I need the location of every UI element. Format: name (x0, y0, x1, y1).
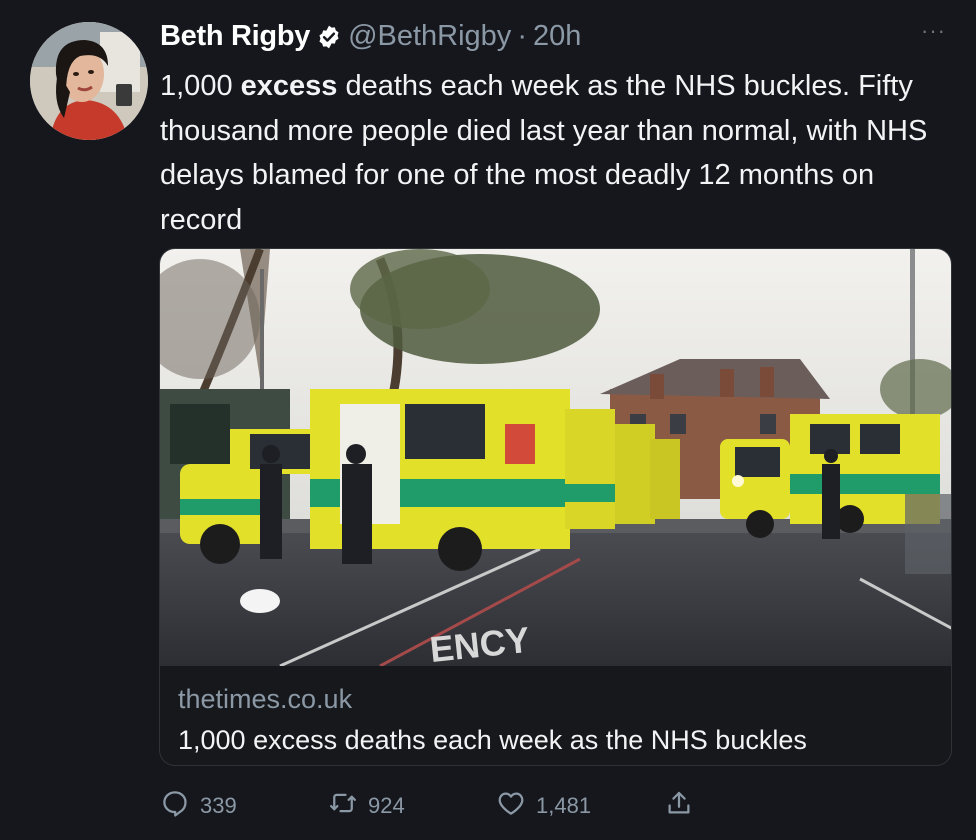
card-domain: thetimes.co.uk (178, 684, 353, 714)
retweet-count: 924 (368, 793, 405, 818)
tweet-text-bold: excess (240, 70, 338, 102)
share-button[interactable] (664, 786, 694, 826)
reply-icon (160, 788, 190, 824)
separator: · (517, 20, 527, 52)
share-icon (664, 788, 694, 824)
action-bar: 339 924 1,481 (160, 786, 720, 826)
retweet-icon (328, 788, 358, 824)
tweet-header: Beth Rigby @BethRigby · 20h (160, 18, 581, 54)
more-icon[interactable]: ··· (921, 18, 946, 44)
author-name[interactable]: Beth Rigby (160, 18, 310, 54)
heart-icon (496, 788, 526, 824)
verified-badge-icon (316, 23, 342, 49)
like-button[interactable]: 1,481 (496, 786, 591, 826)
tweet-text-start: 1,000 (160, 70, 241, 102)
retweet-button[interactable]: 924 (328, 786, 405, 826)
link-card[interactable]: ENCY thetimes.co.uk 1,000 excess deaths … (159, 248, 952, 766)
like-count: 1,481 (536, 793, 592, 818)
reply-button[interactable]: 339 (160, 786, 237, 826)
avatar[interactable] (30, 22, 148, 140)
tweet-text: 1,000 excess deaths each week as the NHS… (160, 64, 960, 242)
card-image: ENCY (160, 249, 951, 666)
card-meta: thetimes.co.uk 1,000 excess deaths each … (160, 666, 951, 760)
card-title: 1,000 excess deaths each week as the NHS… (178, 725, 807, 755)
author-handle[interactable]: @BethRigby (348, 18, 511, 54)
tweet-time[interactable]: 20h (533, 18, 581, 54)
reply-count: 339 (200, 793, 237, 818)
tweet: Beth Rigby @BethRigby · 20h ··· 1,000 ex… (0, 0, 976, 840)
